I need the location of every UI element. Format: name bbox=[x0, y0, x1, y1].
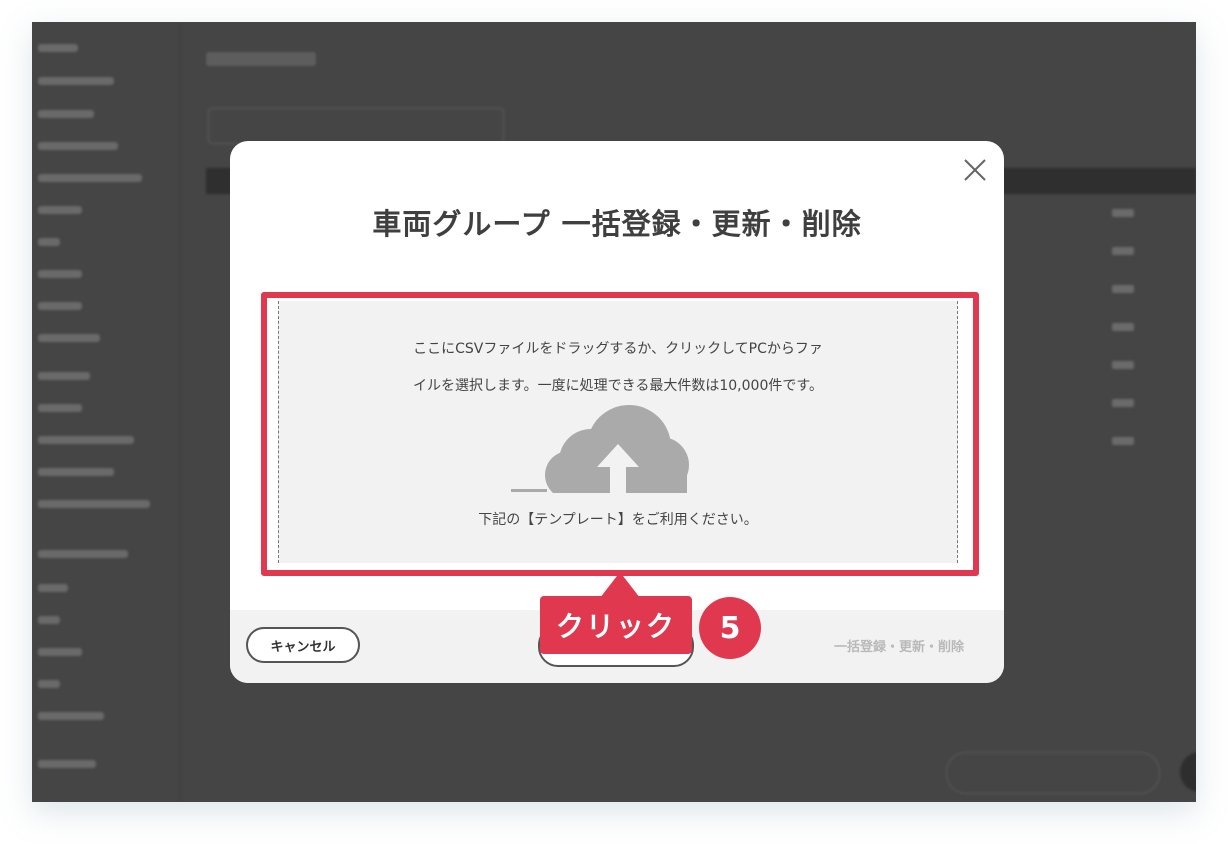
csv-dropzone[interactable]: ここにCSVファイルをドラッグするか、クリックしてPCからファ イルを選択します… bbox=[278, 301, 958, 563]
sidebar-placeholder bbox=[38, 436, 134, 444]
background-action-button bbox=[946, 752, 1160, 794]
background-cell bbox=[1112, 209, 1134, 217]
sidebar-placeholder bbox=[38, 174, 142, 182]
callout-pointer bbox=[600, 572, 640, 598]
template-note: 下記の【テンプレート】をご利用ください。 bbox=[478, 512, 758, 528]
sidebar-placeholder bbox=[38, 334, 100, 342]
sidebar-placeholder bbox=[38, 468, 114, 476]
dropzone-instructions: ここにCSVファイルをドラッグするか、クリックしてPCからファ イルを選択します… bbox=[279, 331, 957, 405]
background-sidebar bbox=[32, 22, 181, 802]
sidebar-placeholder bbox=[38, 270, 82, 278]
cloud-upload-icon bbox=[511, 405, 689, 493]
sidebar-placeholder bbox=[38, 77, 114, 85]
dropzone-instruction-line-1: ここにCSVファイルをドラッグするか、クリックしてPCからファ bbox=[413, 341, 823, 357]
dropzone-instruction-line-2: イルを選択します。一度に処理できる最大件数は10,000件です。 bbox=[413, 378, 823, 394]
background-cell bbox=[1112, 361, 1134, 369]
sidebar-placeholder bbox=[38, 680, 60, 688]
background-cell bbox=[1112, 285, 1134, 293]
background-cell bbox=[1112, 247, 1134, 255]
sidebar-placeholder bbox=[38, 110, 94, 118]
sidebar-placeholder bbox=[38, 302, 82, 310]
background-page-title bbox=[206, 52, 316, 66]
sidebar-placeholder bbox=[38, 648, 82, 656]
sidebar-placeholder bbox=[38, 206, 82, 214]
sidebar-placeholder bbox=[38, 44, 78, 52]
close-icon bbox=[964, 159, 986, 181]
close-button[interactable] bbox=[960, 155, 990, 185]
sidebar-placeholder bbox=[38, 142, 118, 150]
sidebar-placeholder bbox=[38, 500, 150, 508]
modal-title: 車両グループ 一括登録・更新・削除 bbox=[372, 207, 862, 241]
background-cell bbox=[1112, 437, 1134, 445]
sidebar-placeholder bbox=[38, 372, 90, 380]
sidebar-placeholder bbox=[38, 616, 60, 624]
sidebar-placeholder bbox=[38, 760, 96, 768]
sidebar-placeholder bbox=[38, 404, 82, 412]
sidebar-placeholder bbox=[38, 550, 128, 558]
bulk-submit-button[interactable]: 一括登録・更新・削除 bbox=[834, 636, 964, 655]
background-round-button bbox=[1180, 752, 1196, 792]
click-callout: クリック bbox=[540, 596, 692, 654]
sidebar-placeholder bbox=[38, 584, 68, 592]
cancel-button[interactable]: キャンセル bbox=[246, 627, 360, 663]
sidebar-placeholder bbox=[38, 712, 104, 720]
background-cell bbox=[1112, 323, 1134, 331]
background-cell bbox=[1112, 399, 1134, 407]
background-search-box bbox=[208, 108, 504, 144]
sidebar-placeholder bbox=[38, 238, 60, 246]
step-number-badge: 5 bbox=[699, 597, 761, 659]
